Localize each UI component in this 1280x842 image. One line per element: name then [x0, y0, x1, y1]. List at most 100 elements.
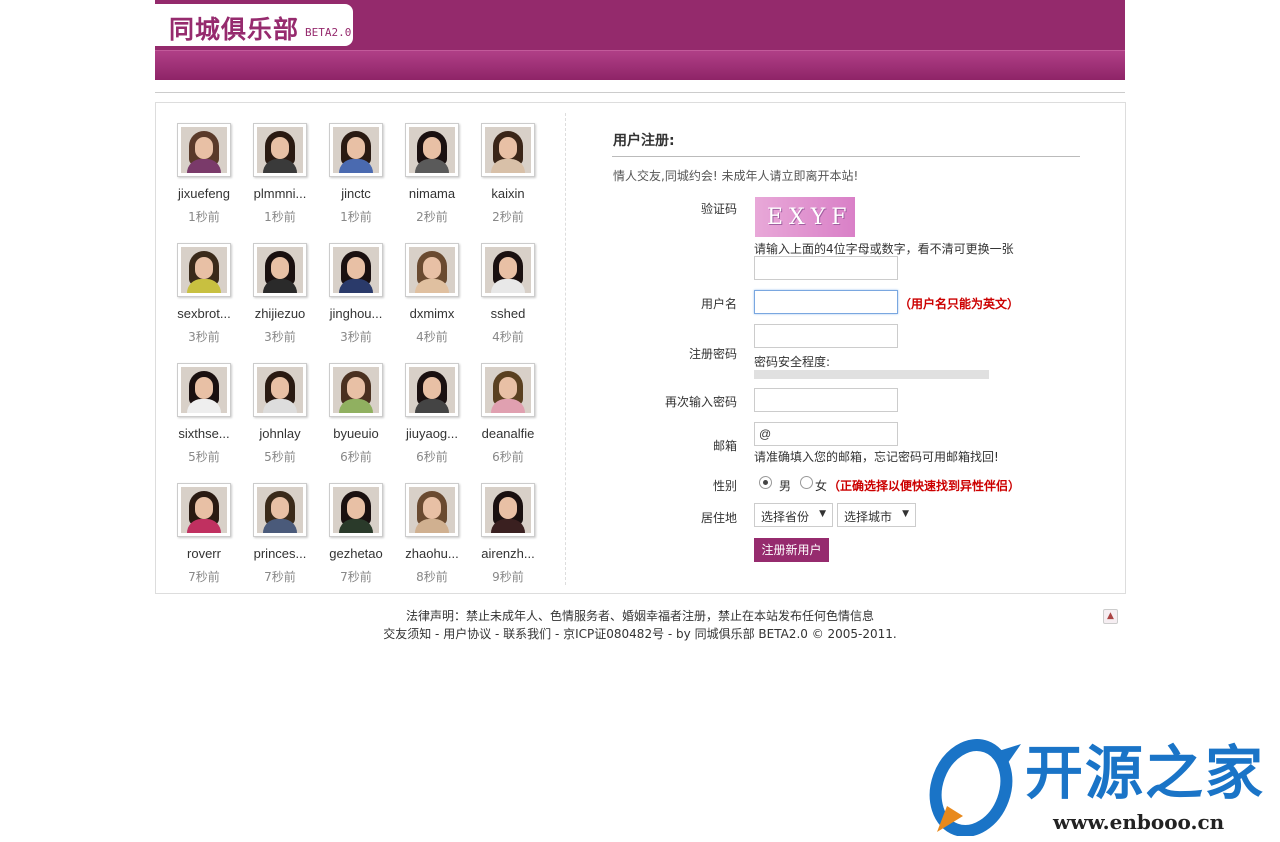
watermark-url: www.enbooo.cn	[1053, 810, 1225, 834]
member-active-time: 6秒前	[340, 450, 372, 464]
gender-male-radio[interactable]	[759, 476, 772, 489]
email-input[interactable]	[754, 422, 898, 446]
member-avatar[interactable]	[329, 483, 383, 537]
password-label: 注册密码	[688, 347, 737, 361]
member-active-time: 5秒前	[188, 450, 220, 464]
password-input[interactable]	[754, 324, 898, 348]
member-active-time: 5秒前	[264, 450, 296, 464]
member-name[interactable]: dxmimx	[397, 306, 467, 321]
location-label: 居住地	[700, 511, 737, 525]
member-name[interactable]: sshed	[473, 306, 543, 321]
captcha-label: 验证码	[700, 202, 737, 216]
captcha-image[interactable]: EXYF	[755, 197, 855, 237]
member-avatar[interactable]	[177, 483, 231, 537]
site-header: 同城俱乐部 BETA2.0	[155, 0, 1125, 80]
member-card[interactable]: airenzh... 9秒前	[473, 483, 543, 585]
member-card[interactable]: byueuio 6秒前	[321, 363, 391, 465]
member-card[interactable]: jinghou... 3秒前	[321, 243, 391, 345]
member-active-time: 3秒前	[340, 330, 372, 344]
footer-legal: 法律声明：禁止未成年人、色情服务者、婚姻幸福者注册，禁止在本站发布任何色情信息	[405, 609, 874, 623]
captcha-hint: 请输入上面的4位字母或数字，看不清可更换一张	[754, 242, 1014, 256]
arrow-up-icon[interactable]: ▲	[1103, 609, 1118, 624]
member-avatar[interactable]	[481, 243, 535, 297]
username-input[interactable]	[754, 290, 898, 314]
gender-male-label[interactable]: 男	[779, 477, 791, 494]
member-active-time: 9秒前	[492, 570, 524, 584]
member-name[interactable]: sexbrot...	[169, 306, 239, 321]
member-name[interactable]: zhaohu...	[397, 546, 467, 561]
email-hint: 请准确填入您的邮箱，忘记密码可用邮箱找回!	[754, 450, 999, 464]
member-card[interactable]: plmmni... 1秒前	[245, 123, 315, 225]
member-card[interactable]: princes... 7秒前	[245, 483, 315, 585]
confirm-password-input[interactable]	[754, 388, 898, 412]
member-avatar[interactable]	[405, 243, 459, 297]
member-card[interactable]: sshed 4秒前	[473, 243, 543, 345]
member-name[interactable]: airenzh...	[473, 546, 543, 561]
member-name[interactable]: jinghou...	[321, 306, 391, 321]
email-label: 邮箱	[712, 439, 737, 453]
member-active-time: 7秒前	[264, 570, 296, 584]
member-card[interactable]: sexbrot... 3秒前	[169, 243, 239, 345]
member-name[interactable]: roverr	[169, 546, 239, 561]
member-avatar[interactable]	[481, 363, 535, 417]
member-avatar[interactable]	[329, 363, 383, 417]
member-name[interactable]: jixuefeng	[169, 186, 239, 201]
member-card[interactable]: zhaohu... 8秒前	[397, 483, 467, 585]
footer-links[interactable]: 交友须知 - 用户协议 - 联系我们 - 京ICP证080482号 - by 同…	[155, 625, 1125, 642]
member-name[interactable]: gezhetao	[321, 546, 391, 561]
member-avatar[interactable]	[177, 123, 231, 177]
member-name[interactable]: byueuio	[321, 426, 391, 441]
member-card[interactable]: sixthse... 5秒前	[169, 363, 239, 465]
member-card[interactable]: roverr 7秒前	[169, 483, 239, 585]
member-avatar[interactable]	[177, 363, 231, 417]
member-card[interactable]: johnlay 5秒前	[245, 363, 315, 465]
member-card[interactable]: jixuefeng 1秒前	[169, 123, 239, 225]
chevron-down-icon: ▼	[902, 509, 909, 519]
member-card[interactable]: zhijiezuo 3秒前	[245, 243, 315, 345]
register-submit-button[interactable]: 注册新用户	[754, 538, 829, 562]
member-card[interactable]: nimama 2秒前	[397, 123, 467, 225]
member-name[interactable]: deanalfie	[473, 426, 543, 441]
confirm-password-label: 再次输入密码	[664, 395, 737, 409]
member-avatar[interactable]	[481, 123, 535, 177]
member-active-time: 3秒前	[264, 330, 296, 344]
province-select[interactable]: 选择省份 ▼	[754, 503, 833, 527]
city-select[interactable]: 选择城市 ▼	[837, 503, 916, 527]
member-name[interactable]: sixthse...	[169, 426, 239, 441]
gender-female-label[interactable]: 女	[815, 477, 827, 494]
member-card[interactable]: dxmimx 4秒前	[397, 243, 467, 345]
member-name[interactable]: plmmni...	[245, 186, 315, 201]
member-card[interactable]: jinctc 1秒前	[321, 123, 391, 225]
member-avatar[interactable]	[481, 483, 535, 537]
member-name[interactable]: johnlay	[245, 426, 315, 441]
member-card[interactable]: jiuyaog... 6秒前	[397, 363, 467, 465]
member-avatar[interactable]	[253, 363, 307, 417]
member-active-time: 4秒前	[416, 330, 448, 344]
member-name[interactable]: princes...	[245, 546, 315, 561]
member-avatar[interactable]	[253, 483, 307, 537]
member-avatar[interactable]	[405, 123, 459, 177]
member-name[interactable]: jiuyaog...	[397, 426, 467, 441]
member-active-time: 4秒前	[492, 330, 524, 344]
member-card[interactable]: gezhetao 7秒前	[321, 483, 391, 585]
member-avatar[interactable]	[405, 363, 459, 417]
member-avatar[interactable]	[253, 123, 307, 177]
member-name[interactable]: jinctc	[321, 186, 391, 201]
member-name[interactable]: nimama	[397, 186, 467, 201]
password-strength-label: 密码安全程度:	[754, 355, 831, 369]
member-avatar[interactable]	[329, 243, 383, 297]
site-logo[interactable]: 同城俱乐部 BETA2.0	[155, 4, 353, 46]
member-active-time: 6秒前	[492, 450, 524, 464]
member-name[interactable]: kaixin	[473, 186, 543, 201]
gender-female-radio[interactable]	[800, 476, 813, 489]
member-avatar[interactable]	[177, 243, 231, 297]
captcha-input[interactable]	[754, 256, 898, 280]
member-name[interactable]: zhijiezuo	[245, 306, 315, 321]
member-card[interactable]: deanalfie 6秒前	[473, 363, 543, 465]
member-avatar[interactable]	[405, 483, 459, 537]
watermark-logo: 开源之家 www.enbooo.cn	[925, 732, 1280, 842]
member-avatar[interactable]	[253, 243, 307, 297]
member-avatar[interactable]	[329, 123, 383, 177]
main-panel: jixuefeng 1秒前 plmmni... 1秒前 jinctc 1秒前 nimama 2…	[155, 102, 1126, 594]
member-card[interactable]: kaixin 2秒前	[473, 123, 543, 225]
